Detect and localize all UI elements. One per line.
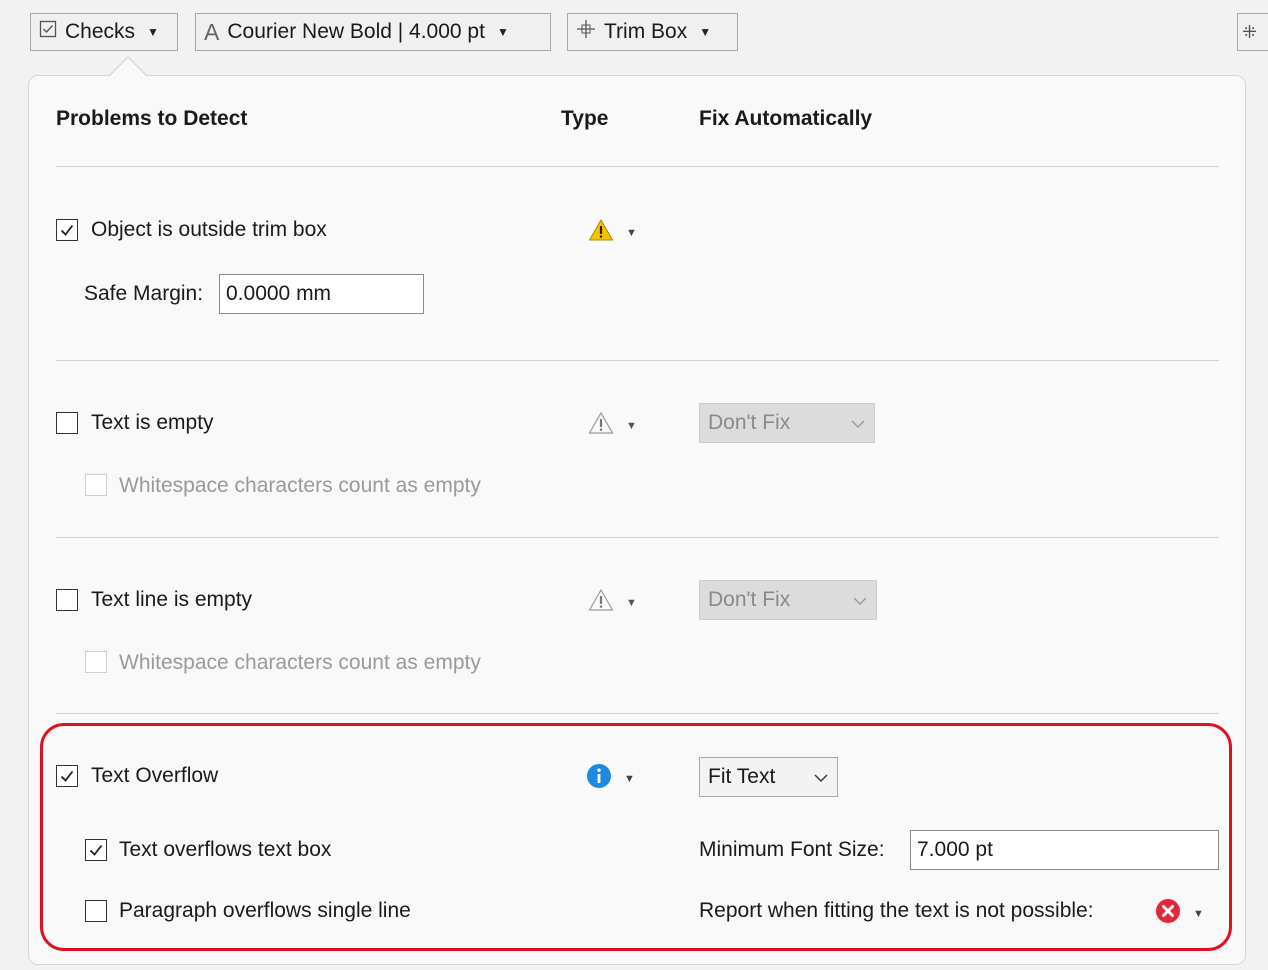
warning-icon — [588, 588, 614, 618]
text-overflow-fix-value: Fit Text — [708, 765, 776, 788]
chevron-down-icon: ▼ — [624, 773, 635, 785]
text-overflow-label: Text Overflow — [91, 764, 219, 787]
text-empty-whitespace-label: Whitespace characters count as empty — [119, 474, 481, 497]
min-font-size-input[interactable]: 7.000 pt — [910, 830, 1219, 870]
paragraph-overflow-checkbox[interactable] — [85, 900, 107, 922]
divider — [56, 360, 1219, 361]
paragraph-overflow-label: Paragraph overflows single line — [119, 899, 411, 922]
info-icon — [586, 763, 612, 795]
text-overflow-checkbox[interactable] — [56, 765, 78, 787]
text-line-empty-type-dropdown[interactable]: ▼ — [588, 588, 637, 618]
chevron-down-icon: ▼ — [626, 597, 637, 609]
min-font-size-label: Minimum Font Size: — [699, 838, 885, 861]
text-overflow-fix-select[interactable]: Fit Text — [699, 757, 838, 797]
divider — [56, 537, 1219, 538]
checks-dropdown[interactable]: Checks ▼ — [30, 13, 178, 51]
error-icon — [1155, 898, 1181, 930]
text-line-empty-checkbox[interactable] — [56, 589, 78, 611]
checkbox-icon — [39, 20, 57, 44]
text-empty-whitespace-checkbox[interactable] — [85, 474, 107, 496]
toolbar: Checks ▼ A Courier New Bold | 4.000 pt ▼… — [0, 0, 1268, 70]
expand-icon: ⁜ — [1242, 21, 1258, 42]
chevron-down-icon — [813, 765, 829, 789]
warning-icon — [588, 218, 614, 248]
text-empty-fix-value: Don't Fix — [708, 411, 791, 434]
expand-button[interactable]: ⁜ — [1237, 13, 1268, 51]
text-line-empty-fix-select[interactable]: Don't Fix — [699, 580, 877, 620]
header-type: Type — [561, 107, 609, 130]
box-dropdown[interactable]: Trim Box ▼ — [567, 13, 738, 51]
report-label: Report when fitting the text is not poss… — [699, 899, 1094, 922]
chevron-down-icon: ▼ — [626, 420, 637, 432]
report-type-dropdown[interactable]: ▼ — [1155, 898, 1204, 930]
warning-icon — [588, 411, 614, 441]
text-line-empty-whitespace-label: Whitespace characters count as empty — [119, 651, 481, 674]
text-line-empty-fix-value: Don't Fix — [708, 588, 791, 611]
text-empty-fix-select[interactable]: Don't Fix — [699, 403, 875, 443]
chevron-down-icon — [852, 588, 868, 612]
text-line-empty-label: Text line is empty — [91, 588, 253, 611]
font-label: Courier New Bold | 4.000 pt — [227, 20, 485, 43]
chevron-down-icon: ▼ — [699, 25, 712, 39]
chevron-down-icon: ▼ — [147, 25, 159, 39]
header-problems: Problems to Detect — [56, 107, 248, 130]
text-overflow-type-dropdown[interactable]: ▼ — [586, 763, 635, 795]
chevron-down-icon — [850, 411, 866, 435]
box-label: Trim Box — [604, 20, 688, 43]
chevron-down-icon: ▼ — [626, 227, 637, 239]
checks-label: Checks — [65, 20, 136, 43]
chevron-down-icon: ▼ — [1193, 908, 1204, 920]
text-empty-type-dropdown[interactable]: ▼ — [588, 411, 637, 441]
text-overflows-box-checkbox[interactable] — [85, 839, 107, 861]
text-overflows-box-label: Text overflows text box — [119, 838, 332, 861]
header-fix: Fix Automatically — [699, 107, 873, 130]
outside-trim-type-dropdown[interactable]: ▼ — [588, 218, 637, 248]
font-icon: A — [204, 18, 220, 45]
divider — [56, 713, 1219, 714]
text-empty-checkbox[interactable] — [56, 412, 78, 434]
text-line-empty-whitespace-checkbox[interactable] — [85, 651, 107, 673]
outside-trim-label: Object is outside trim box — [91, 218, 327, 241]
outside-trim-checkbox[interactable] — [56, 219, 78, 241]
divider — [56, 166, 1219, 167]
chevron-down-icon: ▼ — [496, 25, 509, 39]
font-dropdown[interactable]: A Courier New Bold | 4.000 pt ▼ — [195, 13, 551, 51]
text-empty-label: Text is empty — [91, 411, 214, 434]
trim-box-icon — [576, 19, 596, 45]
safe-margin-input[interactable]: 0.0000 mm — [219, 274, 424, 314]
safe-margin-label: Safe Margin: — [84, 282, 204, 305]
